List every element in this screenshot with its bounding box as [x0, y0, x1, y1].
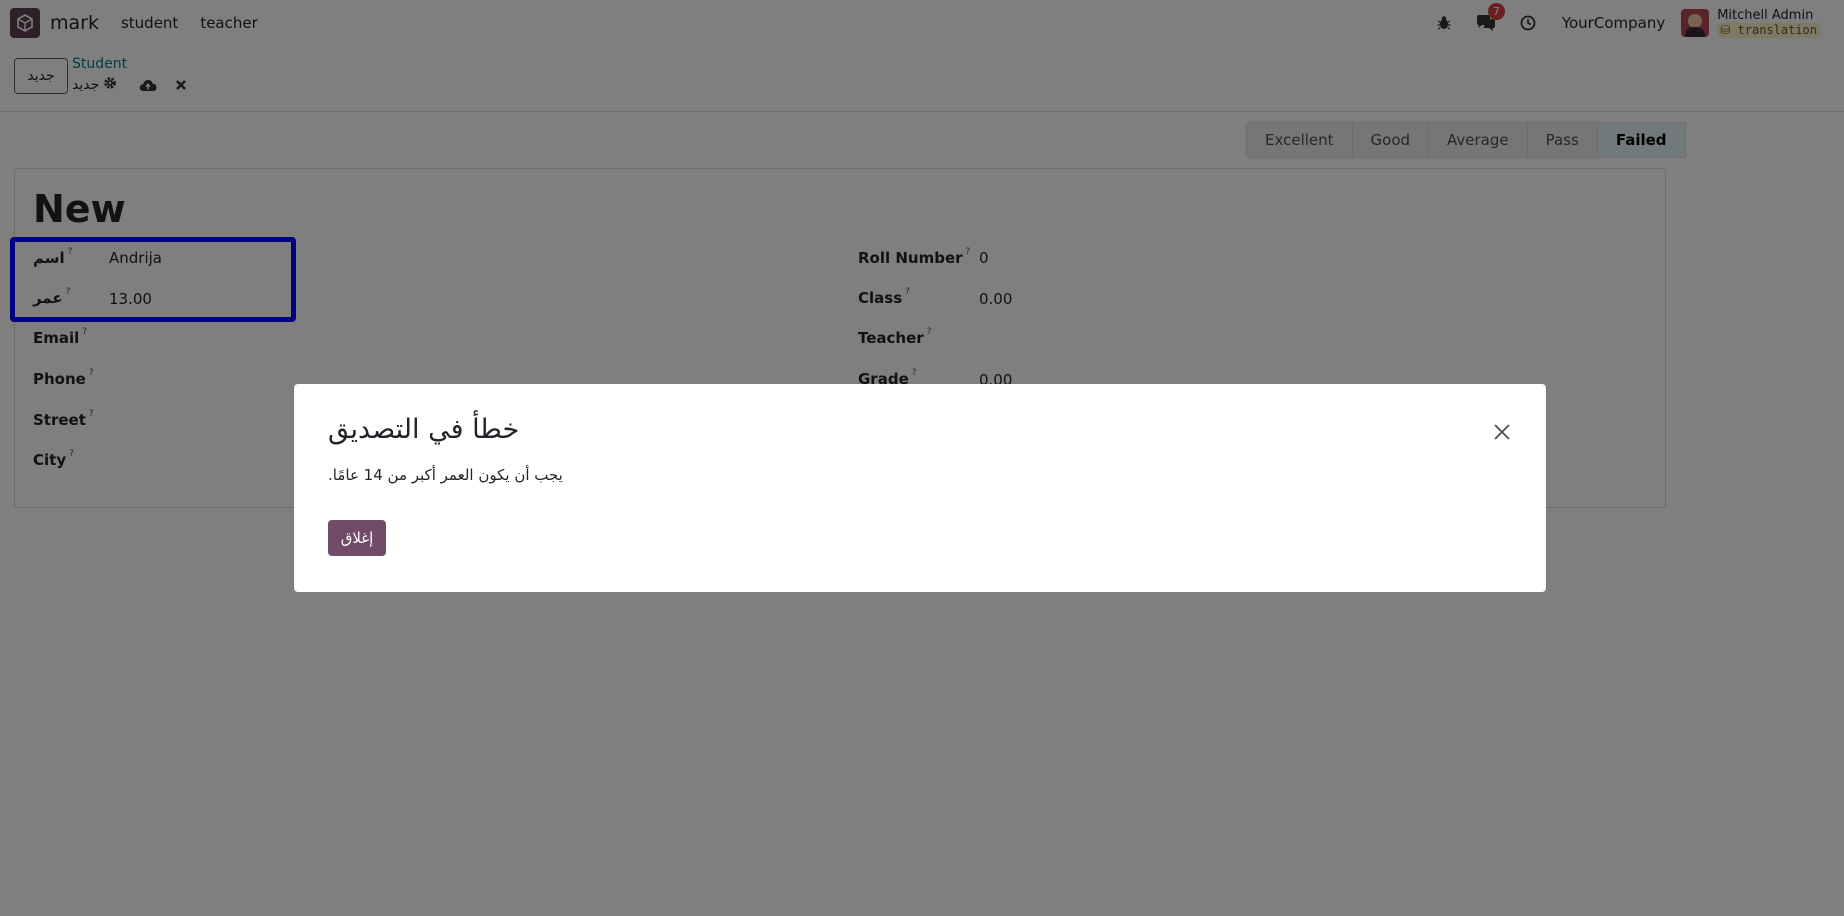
- dialog-message: يجب أن يكون العمر أكبر من 14 عامًا.: [328, 466, 563, 484]
- dialog-close-button[interactable]: إغلاق: [328, 520, 386, 556]
- validation-error-dialog: خطأ في التصديق يجب أن يكون العمر أكبر من…: [294, 384, 1546, 592]
- dialog-title: خطأ في التصديق: [328, 414, 520, 445]
- close-icon[interactable]: [1490, 420, 1514, 444]
